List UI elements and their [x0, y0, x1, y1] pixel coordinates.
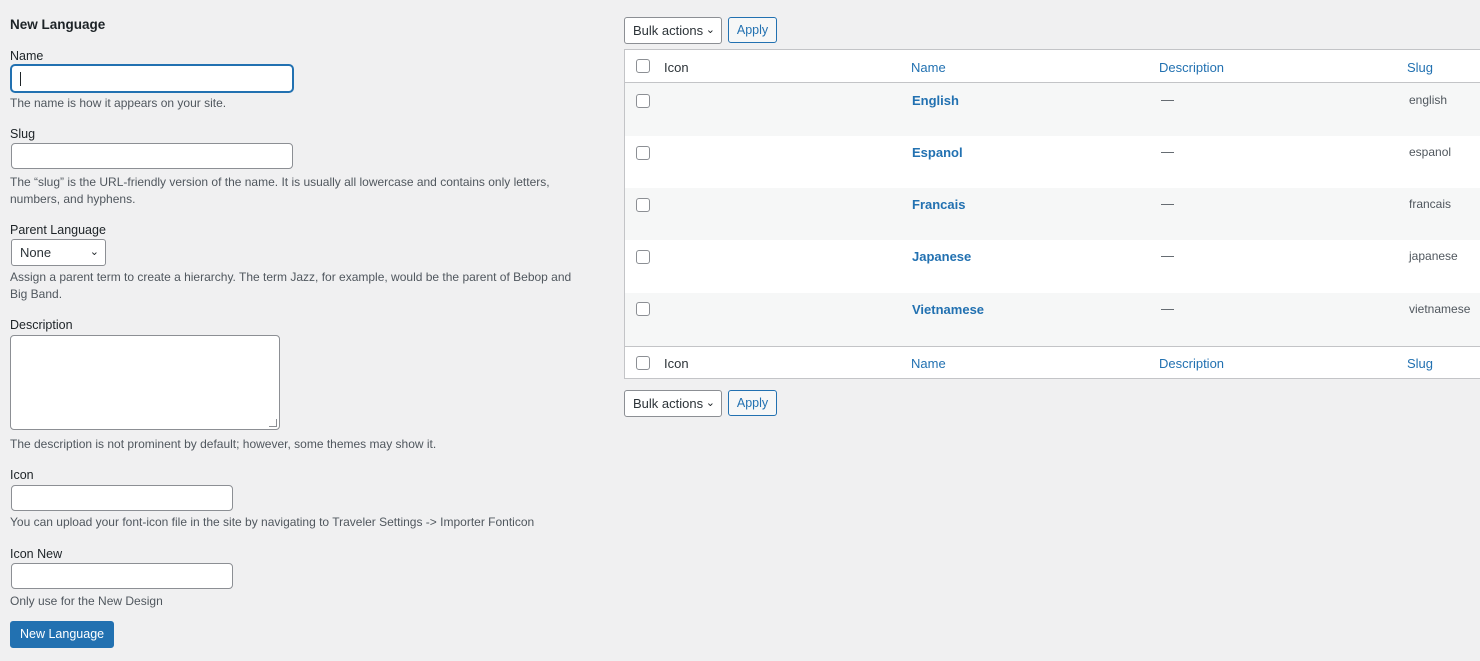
- icon-input[interactable]: [11, 485, 233, 511]
- column-icon-footer: Icon: [664, 356, 689, 371]
- parent-language-label: Parent Language: [10, 223, 106, 237]
- name-label: Name: [10, 49, 44, 63]
- parent-language-select[interactable]: None ⌄: [11, 239, 106, 266]
- row-checkbox[interactable]: [636, 146, 650, 160]
- row-checkbox[interactable]: [636, 198, 650, 212]
- slug-help: The “slug” is the URL-friendly version o…: [10, 175, 550, 206]
- language-slug: espanol: [1409, 145, 1452, 159]
- row-checkbox[interactable]: [636, 94, 650, 108]
- description-help: The description is not prominent by defa…: [10, 437, 437, 451]
- table-row: English — english: [625, 83, 1480, 136]
- table-row: Francais — francais: [625, 188, 1480, 240]
- apply-button-top[interactable]: Apply: [728, 17, 777, 43]
- bulk-actions-select-top[interactable]: Bulk actions ⌄: [624, 17, 722, 44]
- language-name-link[interactable]: Vietnamese: [912, 302, 984, 317]
- language-description: —: [1161, 248, 1174, 263]
- resize-handle-icon[interactable]: [269, 419, 277, 427]
- language-name-link[interactable]: Espanol: [912, 145, 963, 160]
- language-description: —: [1161, 144, 1174, 159]
- select-all-checkbox[interactable]: [636, 59, 650, 73]
- icon-new-input[interactable]: [11, 563, 233, 589]
- bulk-actions-label: Bulk actions: [633, 396, 704, 411]
- row-checkbox[interactable]: [636, 250, 650, 264]
- name-input[interactable]: [11, 65, 293, 92]
- language-name-link[interactable]: Francais: [912, 197, 965, 212]
- column-name-footer[interactable]: Name: [911, 356, 946, 371]
- table-footer: Icon Name Description Slug: [625, 346, 1480, 379]
- language-description: —: [1161, 196, 1174, 211]
- language-name-link[interactable]: English: [912, 93, 959, 108]
- chevron-down-icon: ⌄: [89, 246, 99, 258]
- table-row: Japanese — japanese: [625, 240, 1480, 293]
- language-slug: english: [1409, 93, 1448, 107]
- slug-input[interactable]: [11, 143, 293, 169]
- language-name-link[interactable]: Japanese: [912, 249, 971, 264]
- chevron-down-icon: ⌄: [705, 397, 715, 409]
- icon-help: You can upload your font-icon file in th…: [10, 515, 535, 529]
- chevron-down-icon: ⌄: [705, 24, 715, 36]
- description-textarea[interactable]: [10, 335, 280, 430]
- name-help: The name is how it appears on your site.: [10, 96, 227, 110]
- slug-label: Slug: [10, 127, 36, 141]
- icon-label: Icon: [10, 468, 34, 482]
- parent-language-help: Assign a parent term to create a hierarc…: [10, 270, 572, 301]
- new-language-button[interactable]: New Language: [10, 621, 115, 648]
- row-checkbox[interactable]: [636, 302, 650, 316]
- column-description[interactable]: Description: [1159, 60, 1224, 75]
- languages-table: Icon Name Description Slug English — eng…: [624, 49, 1480, 379]
- apply-button-bottom[interactable]: Apply: [728, 390, 777, 416]
- column-description-footer[interactable]: Description: [1159, 356, 1224, 371]
- column-slug[interactable]: Slug: [1407, 60, 1433, 75]
- language-description: —: [1161, 92, 1174, 107]
- column-slug-footer[interactable]: Slug: [1407, 356, 1433, 371]
- text-caret: [20, 72, 21, 86]
- form-title: New Language: [10, 17, 106, 32]
- language-slug: vietnamese: [1409, 302, 1471, 316]
- language-slug: francais: [1409, 197, 1452, 211]
- column-icon: Icon: [664, 60, 689, 75]
- description-label: Description: [10, 318, 73, 332]
- parent-language-value: None: [20, 245, 52, 260]
- table-header: Icon Name Description Slug: [625, 50, 1480, 83]
- bulk-actions-select-bottom[interactable]: Bulk actions ⌄: [624, 390, 722, 417]
- select-all-checkbox-footer[interactable]: [636, 356, 650, 370]
- table-row: Espanol — espanol: [625, 136, 1480, 188]
- icon-new-label: Icon New: [10, 547, 63, 561]
- bulk-actions-label: Bulk actions: [633, 23, 704, 38]
- language-description: —: [1161, 301, 1174, 316]
- column-name[interactable]: Name: [911, 60, 946, 75]
- icon-new-help: Only use for the New Design: [10, 594, 163, 608]
- table-row: Vietnamese — vietnamese: [625, 293, 1480, 346]
- language-slug: japanese: [1409, 249, 1458, 263]
